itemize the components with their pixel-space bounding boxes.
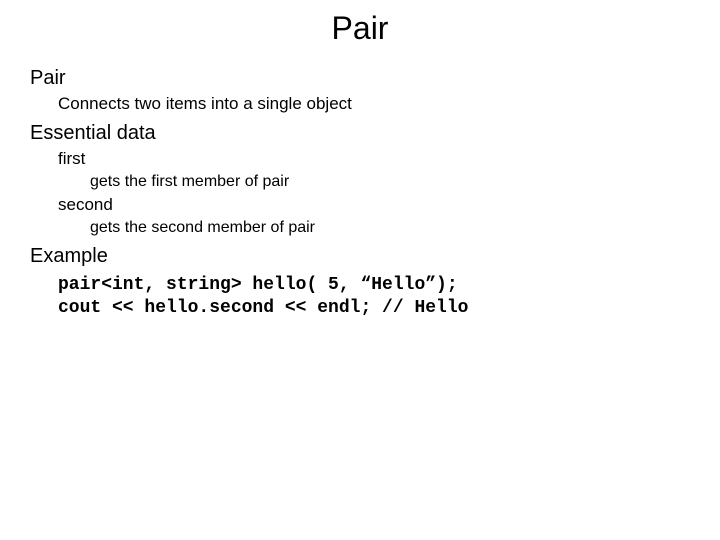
code-example: pair<int, string> hello( 5, “Hello”); co… (58, 274, 690, 321)
second-label: second (58, 195, 690, 215)
pair-heading: Pair (30, 67, 690, 90)
first-label: first (58, 149, 690, 169)
code-line-2: cout << hello.second << endl; // Hello (58, 298, 468, 318)
second-description: gets the second member of pair (90, 219, 690, 237)
code-line-1: pair<int, string> hello( 5, “Hello”); (58, 275, 458, 295)
example-heading: Example (30, 245, 690, 268)
pair-description: Connects two items into a single object (58, 94, 690, 114)
slide-title: Pair (30, 10, 690, 47)
first-description: gets the first member of pair (90, 173, 690, 191)
essential-data-heading: Essential data (30, 122, 690, 145)
